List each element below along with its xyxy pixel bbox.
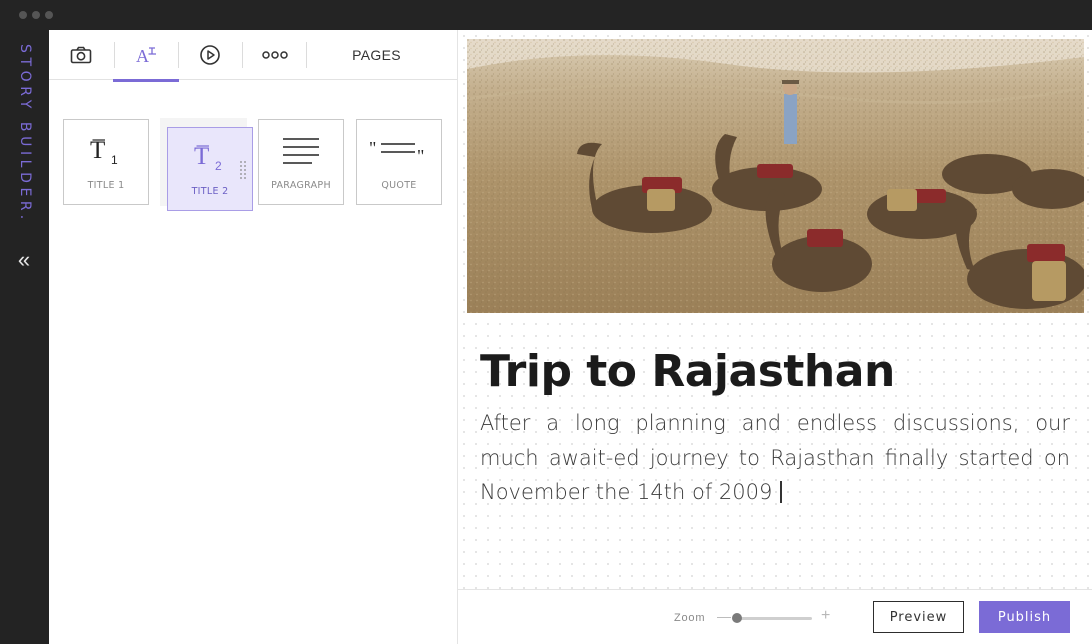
block-label: QUOTE <box>381 180 417 191</box>
tab-separator <box>306 42 307 68</box>
block-label: TITLE 2 <box>191 186 229 197</box>
block-paragraph[interactable]: PARAGRAPH <box>258 119 344 205</box>
svg-text:": " <box>417 146 424 164</box>
tab-separator <box>178 42 179 68</box>
play-icon <box>200 45 220 65</box>
collapse-panel-icon[interactable]: « <box>14 249 34 271</box>
window-dot-minimize[interactable] <box>32 11 40 19</box>
block-title-1[interactable]: T 1 TITLE 1 <box>63 119 149 205</box>
tab-pages[interactable]: PAGES <box>329 30 424 80</box>
quote-icon: " " <box>369 138 424 164</box>
active-tab-indicator <box>113 79 179 82</box>
camera-icon <box>70 46 92 64</box>
zoom-slider[interactable] <box>734 617 812 620</box>
block-quote[interactable]: " " QUOTE <box>356 119 442 205</box>
block-panel: A PAGES T 1 TITLE 1 T 2 TITLE 2 PARAGRAP… <box>49 30 457 644</box>
title2-icon: T 2 <box>194 143 222 172</box>
svg-text:A: A <box>136 46 149 65</box>
svg-text:": " <box>369 138 376 158</box>
title1-icon: T 1 <box>90 137 118 166</box>
svg-text:2: 2 <box>215 159 222 172</box>
svg-text:T: T <box>194 143 209 170</box>
svg-text:1: 1 <box>111 153 118 166</box>
window-titlebar <box>0 0 1092 30</box>
tab-more[interactable] <box>255 30 295 80</box>
preview-button[interactable]: Preview <box>873 601 964 633</box>
tab-photo[interactable] <box>61 30 101 80</box>
story-canvas[interactable]: Trip to Rajasthan After a long planning … <box>457 30 1092 589</box>
drag-handle-icon[interactable] <box>239 160 247 180</box>
tab-separator <box>242 42 243 68</box>
panel-tabbar: A PAGES <box>49 30 457 82</box>
paragraph-icon <box>283 138 319 164</box>
brand-logo: STORY BUILDER. <box>17 44 33 224</box>
camels-desert-photo <box>467 39 1084 313</box>
tab-pages-label: PAGES <box>352 47 401 63</box>
block-title-2[interactable]: T 2 TITLE 2 <box>167 127 253 211</box>
story-image[interactable] <box>467 39 1084 313</box>
tab-text[interactable]: A <box>127 30 167 80</box>
tab-media[interactable] <box>190 30 230 80</box>
zoom-slider-thumb[interactable] <box>732 613 742 623</box>
publish-button[interactable]: Publish <box>979 601 1070 633</box>
text-style-icon: A <box>136 46 156 65</box>
text-caret <box>780 481 783 503</box>
story-body-text: After a long planning and endless discus… <box>480 411 1070 504</box>
story-body[interactable]: After a long planning and endless discus… <box>480 406 1070 510</box>
zoom-out-button[interactable]: — <box>717 608 731 624</box>
editor-footer: Zoom — + Preview Publish <box>457 589 1092 644</box>
block-label: PARAGRAPH <box>271 180 331 191</box>
zoom-label: Zoom <box>674 612 706 624</box>
window-dot-close[interactable] <box>19 11 27 19</box>
window-dot-maximize[interactable] <box>45 11 53 19</box>
tab-separator <box>114 42 115 68</box>
story-title[interactable]: Trip to Rajasthan <box>480 346 895 397</box>
zoom-in-button[interactable]: + <box>821 607 830 625</box>
svg-text:T: T <box>90 137 105 164</box>
more-dots-icon <box>262 51 288 59</box>
block-label: TITLE 1 <box>87 180 125 191</box>
